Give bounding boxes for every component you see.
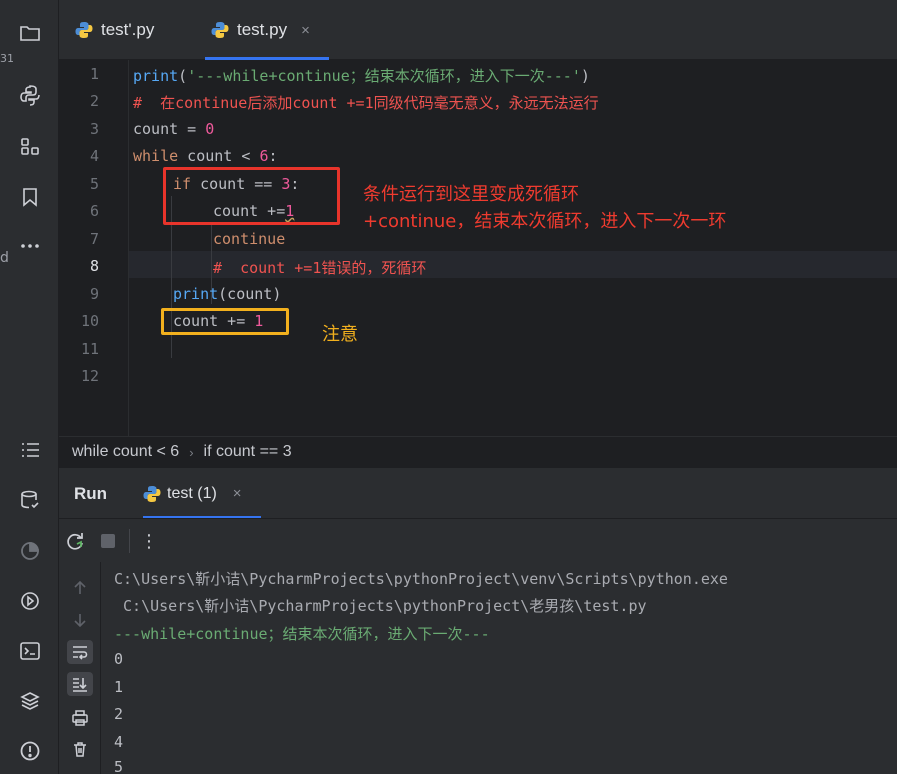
breadcrumb-item[interactable]: if count == 3 [204,443,292,461]
console-line: 5 [114,758,124,774]
console-line: 1 [114,678,124,696]
stop-icon[interactable] [97,530,119,552]
close-icon[interactable]: × [233,485,242,502]
code-line-3: count = 0 [133,120,214,138]
breadcrumb-item[interactable]: while count < 6 [72,443,179,461]
python-file-icon [211,22,229,38]
line-number: 9 [89,285,99,303]
console-line: 4 [114,733,124,751]
line-number: 3 [89,120,99,138]
run-tool-window-header: Run test (1) × [59,467,897,519]
code-number: 0 [205,120,215,138]
breadcrumb: while count < 6 › if count == 3 [59,436,897,467]
code-comment: # count +=1错误的，死循环 [213,259,427,277]
tab-label: test'.py [101,20,155,39]
red-annotation-text: +continue，结束本次循环，进入下一次一环 [363,211,727,232]
line-number: 5 [89,175,99,193]
more-icon[interactable] [17,233,43,259]
line-number: 11 [80,340,99,358]
code-line-1: print('---while+continue；结束本次循环，进入下一次---… [133,65,590,86]
line-number: 1 [89,65,99,83]
line-number-gutter: 1 2 3 4 5 6 7 8 9 10 11 12 [59,60,129,436]
yellow-annotation-box [161,308,289,335]
layers-icon[interactable] [17,688,43,714]
database-icon[interactable] [17,487,43,513]
code-token: print [133,67,179,85]
console-side-toolbar [59,562,101,774]
coverage-icon[interactable] [17,538,43,564]
code-string: '---while+continue；结束本次循环，进入下一次---' [187,67,581,85]
close-icon[interactable]: × [301,22,310,39]
edge-glyph: 31 [0,52,14,65]
down-arrow-icon[interactable] [67,608,93,632]
code-line-7: continue [213,230,285,248]
line-number: 2 [89,92,99,110]
console-line: 2 [114,705,124,723]
line-number: 10 [80,312,99,330]
code-token: ) [580,67,590,85]
red-annotation-text: 条件运行到这里变成死循环 [363,184,579,205]
python-file-icon [75,22,93,38]
code-editor[interactable]: 1 2 3 4 5 6 7 8 9 10 11 12 print('---whi… [59,60,897,436]
code-comment: # 在continue后添加count +=1同级代码毫无意义，永远无法运行 [133,94,599,112]
run-toolbar: ⋮ [59,518,897,562]
console-line: C:\Users\靳小诘\PycharmProjects\pythonProje… [114,597,647,615]
line-number: 8 [89,257,99,275]
terminal-icon[interactable] [17,638,43,664]
code-keyword: while [133,147,179,165]
trash-icon[interactable] [67,737,93,761]
code-token: count = [133,120,206,138]
run-tab-label: test (1) [167,484,217,502]
code-line-4: while count < 6: [133,147,278,165]
python-file-icon [143,485,161,502]
print-icon[interactable] [67,706,93,730]
code-token: print [173,285,219,303]
console-line: 0 [114,650,124,668]
tab-label: test.py [237,20,288,39]
code-token: ( [178,67,188,85]
code-token: count < [178,147,260,165]
code-keyword: continue [213,230,286,248]
code-line-9: print(count) [173,285,281,303]
python-packages-icon[interactable] [17,83,43,109]
up-arrow-icon[interactable] [67,576,93,600]
line-number: 4 [89,147,99,165]
run-console[interactable]: C:\Users\靳小诘\PycharmProjects\pythonProje… [101,562,897,774]
tool-window-sidebar: 31 d [0,0,59,774]
run-title: Run [74,484,108,503]
console-line: ---while+continue；结束本次循环，进入下一次--- [114,625,490,643]
problems-icon[interactable] [17,738,43,764]
more-options-icon[interactable]: ⋮ [138,530,160,552]
code-line-2: # 在continue后添加count +=1同级代码毫无意义，永远无法运行 [133,92,599,113]
rerun-icon[interactable] [64,530,86,552]
red-annotation-box [163,167,340,225]
breadcrumb-separator: › [189,444,194,460]
structure-icon[interactable] [17,134,43,160]
soft-wrap-icon[interactable] [67,640,93,664]
edge-glyph: d [0,250,9,266]
console-line: C:\Users\靳小诘\PycharmProjects\pythonProje… [114,570,728,588]
code-token: (count) [218,285,282,303]
tab-test-prime-py[interactable]: test'.py [75,0,195,60]
services-icon[interactable] [17,588,43,614]
toolbar-divider [129,529,130,553]
bookmarks-icon[interactable] [17,184,43,210]
code-line-8: # count +=1错误的，死循环 [213,257,426,278]
code-token: : [268,147,278,165]
tab-test-py[interactable]: test.py × [205,0,329,60]
yellow-annotation-text: 注意 [322,324,358,345]
line-number: 12 [80,367,99,385]
line-number: 7 [89,230,99,248]
folder-icon[interactable] [17,20,43,46]
run-config-tab[interactable]: test (1) × [143,468,261,519]
todo-list-icon[interactable] [17,437,43,463]
line-number: 6 [89,202,99,220]
editor-tab-bar: test'.py test.py × [59,0,897,60]
scroll-to-end-icon[interactable] [67,672,93,696]
